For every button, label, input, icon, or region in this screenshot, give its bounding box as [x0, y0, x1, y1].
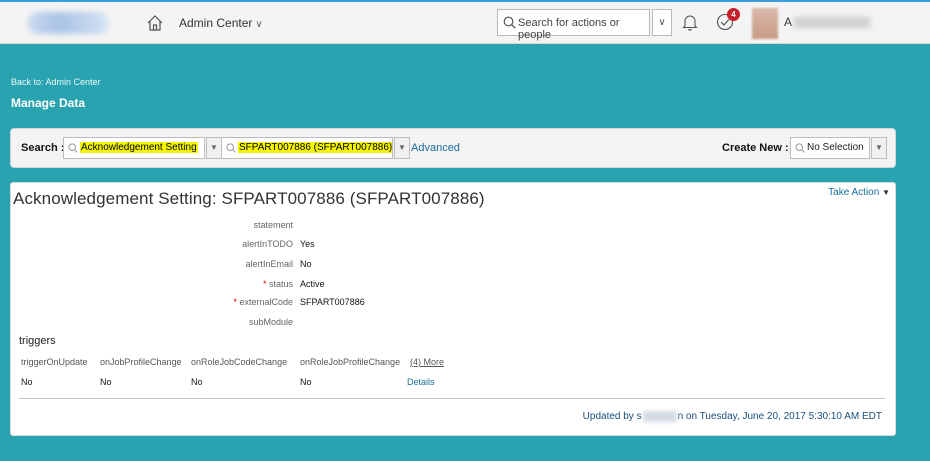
last-updated-info: Updated by s n on Tuesday, June 20, 2017 … [583, 411, 882, 422]
required-marker: * [262, 279, 267, 289]
global-search-input[interactable]: Search for actions or people [497, 9, 650, 41]
create-new-value: No Selection [807, 142, 864, 153]
field-value: Active [300, 279, 325, 289]
field-label: alertInEmail [245, 259, 293, 269]
more-triggers-link[interactable]: (4) More [410, 357, 444, 367]
triggers-heading: triggers [19, 335, 56, 347]
bell-icon[interactable] [682, 13, 698, 31]
search-icon [68, 143, 78, 153]
search-icon [226, 143, 236, 153]
caret-down-icon: ▼ [882, 188, 890, 197]
trigger-column-header: triggerOnUpdate [21, 357, 88, 367]
trigger-value: No [300, 377, 312, 387]
field-row-submodule: subModule [11, 317, 611, 331]
object-type-field[interactable]: Acknowledgement Setting [63, 137, 205, 159]
field-row-externalcode: * externalCode SFPART007886 [11, 297, 611, 311]
updated-prefix: Updated by s [582, 411, 642, 423]
create-new-label: Create New : [722, 142, 789, 154]
search-scope-dropdown[interactable]: ∨ [652, 9, 672, 36]
required-marker: * [233, 297, 237, 307]
create-new-dropdown[interactable]: ▼ [871, 137, 887, 159]
admin-center-menu[interactable]: Admin Center ∨ [179, 16, 263, 30]
search-placeholder: Search for actions or people [518, 17, 620, 41]
trigger-value: No [191, 377, 203, 387]
updated-suffix: n on Tuesday, June 20, 2017 5:30:10 AM E… [677, 411, 882, 423]
object-type-value: Acknowledgement Setting [80, 142, 198, 153]
search-icon [503, 16, 516, 29]
redacted-user-name [642, 411, 677, 422]
back-to-admin-center-link[interactable]: Back to: Admin Center [11, 77, 101, 87]
field-label: subModule [248, 317, 293, 327]
divider [19, 398, 885, 399]
object-instance-field[interactable]: SFPART007886 (SFPART007886) [221, 137, 393, 159]
search-label: Search : [21, 142, 65, 154]
field-label: alertInTODO [242, 239, 293, 249]
field-row-status: * status Active [11, 279, 611, 293]
top-header: Admin Center ∨ Search for actions or peop… [0, 0, 930, 44]
field-row-alertinemail: alertInEmail No [11, 259, 611, 273]
search-icon [795, 143, 805, 153]
create-new-select[interactable]: No Selection [790, 137, 870, 159]
user-name-initial: A [784, 15, 793, 29]
record-title: Acknowledgement Setting: SFPART007886 (S… [13, 189, 485, 208]
field-row-statement: statement [11, 220, 611, 234]
trigger-column-header: onRoleJobCodeChange [191, 357, 288, 367]
object-instance-dropdown[interactable]: ▼ [394, 137, 410, 159]
user-menu[interactable]: A [784, 15, 884, 29]
field-label-text: status [268, 279, 293, 289]
avatar[interactable] [752, 8, 778, 39]
object-instance-value: SFPART007886 (SFPART007886) [238, 142, 393, 153]
field-value: No [300, 259, 312, 269]
take-action-menu[interactable]: Take Action ▼ [828, 187, 890, 198]
page-title: Manage Data [11, 96, 86, 110]
object-type-dropdown[interactable]: ▼ [206, 137, 222, 159]
trigger-value: No [100, 377, 112, 387]
manage-data-search-panel: Search : Acknowledgement Setting ▼ SFPAR… [10, 128, 896, 168]
field-label-externalcode: * externalCode [233, 297, 293, 307]
trigger-value: No [21, 377, 33, 387]
field-row-alertintodo: alertInTODO Yes [11, 239, 611, 253]
take-action-label: Take Action [828, 187, 880, 198]
redacted-user-name [794, 17, 871, 29]
home-icon[interactable] [146, 14, 164, 32]
field-label-status: * status [263, 279, 293, 289]
details-link[interactable]: Details [407, 377, 435, 387]
record-detail-card: Acknowledgement Setting: SFPART007886 (S… [10, 182, 896, 436]
chevron-down-icon: ∨ [255, 19, 263, 30]
field-label-text: externalCode [239, 297, 293, 307]
trigger-column-header: onJobProfileChange [100, 357, 182, 367]
admin-center-label: Admin Center [179, 16, 253, 30]
advanced-search-link[interactable]: Advanced [411, 142, 460, 154]
company-logo[interactable] [28, 12, 108, 34]
field-value: Yes [300, 239, 315, 249]
field-label: statement [253, 220, 293, 230]
field-value: SFPART007886 [300, 297, 365, 307]
todo-count-badge: 4 [727, 8, 740, 21]
trigger-column-header: onRoleJobProfileChange [300, 357, 401, 367]
